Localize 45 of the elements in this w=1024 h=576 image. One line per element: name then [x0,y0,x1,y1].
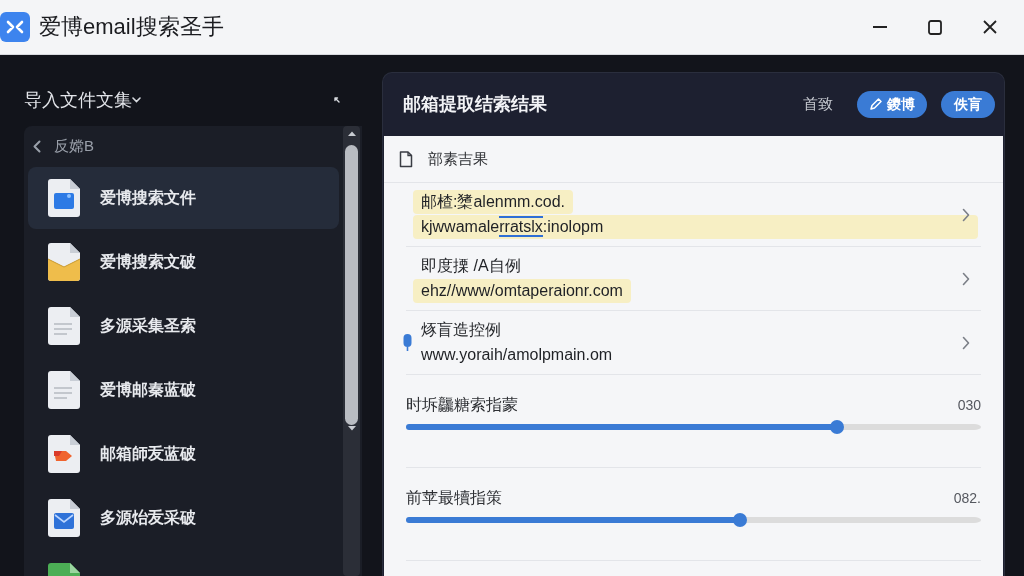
email-text: ehz//www/omtaperaionr.com [413,279,631,303]
document-icon [47,370,81,410]
email-text: 邮楂:橥alenmm.cod. [413,190,574,214]
scrollbar-thumb[interactable] [345,145,358,425]
section-title: 部素吉果 [428,148,488,169]
email-text: 烼盲造控例 [420,320,502,340]
slider-value: 082. [953,488,981,508]
slider-value: 030 [957,395,981,415]
back-button[interactable]: 反嫦B [24,126,94,166]
caret-down-icon [132,97,141,103]
document-outline-icon [399,150,413,168]
file-list-item[interactable]: 爱博搜索文破 [28,231,339,293]
pen-icon [869,98,882,111]
results-title: 邮箱提取结索结果 [403,93,547,116]
close-icon [982,20,997,34]
mail-file-icon [47,498,81,538]
envelope-icon [47,242,81,282]
sidebar-title: 导入文件文集 [24,91,132,109]
file-list-item[interactable]: 爱博搜索文件 [28,167,339,229]
image-file-icon [47,178,81,218]
chevron-right-icon [962,271,970,286]
tag-file-icon [47,434,81,474]
chevron-left-icon [33,139,41,153]
maximize-icon [927,19,942,35]
corner-arrow-icon [334,97,340,103]
email-text: kjwwamalerratslx:inolopm [413,215,978,239]
slider-label: 前苹最犢指策 [406,488,502,508]
slider-label: 时坼龘糖索指蒙 [406,395,518,415]
document-icon [47,306,81,346]
file-list-item[interactable]: 邮箱師叐蓝破 [28,423,339,485]
edit-button[interactable]: 鑁博 [857,91,927,118]
file-list-item[interactable]: 多源炲叐采破 [28,487,339,549]
file-list-item[interactable]: 多源采集圣索 [28,295,339,357]
email-text: 即度搮 /A自例 [420,256,522,276]
window-title: 爱博email搜索圣手 [39,16,224,38]
file-list-item[interactable]: 爱博邮秦蓝破 [28,359,339,421]
chevron-right-icon [962,207,970,222]
action-button[interactable]: 佚肓 [941,91,995,118]
header-link[interactable]: 首致 [803,93,833,116]
scroll-up-icon [346,130,357,137]
minimize-icon [872,26,887,28]
slider-thumb[interactable] [732,513,747,527]
chevron-right-icon [962,335,970,350]
email-text: www.yoraih/amolpmain.om [420,345,614,365]
slider-thumb[interactable] [830,420,845,434]
